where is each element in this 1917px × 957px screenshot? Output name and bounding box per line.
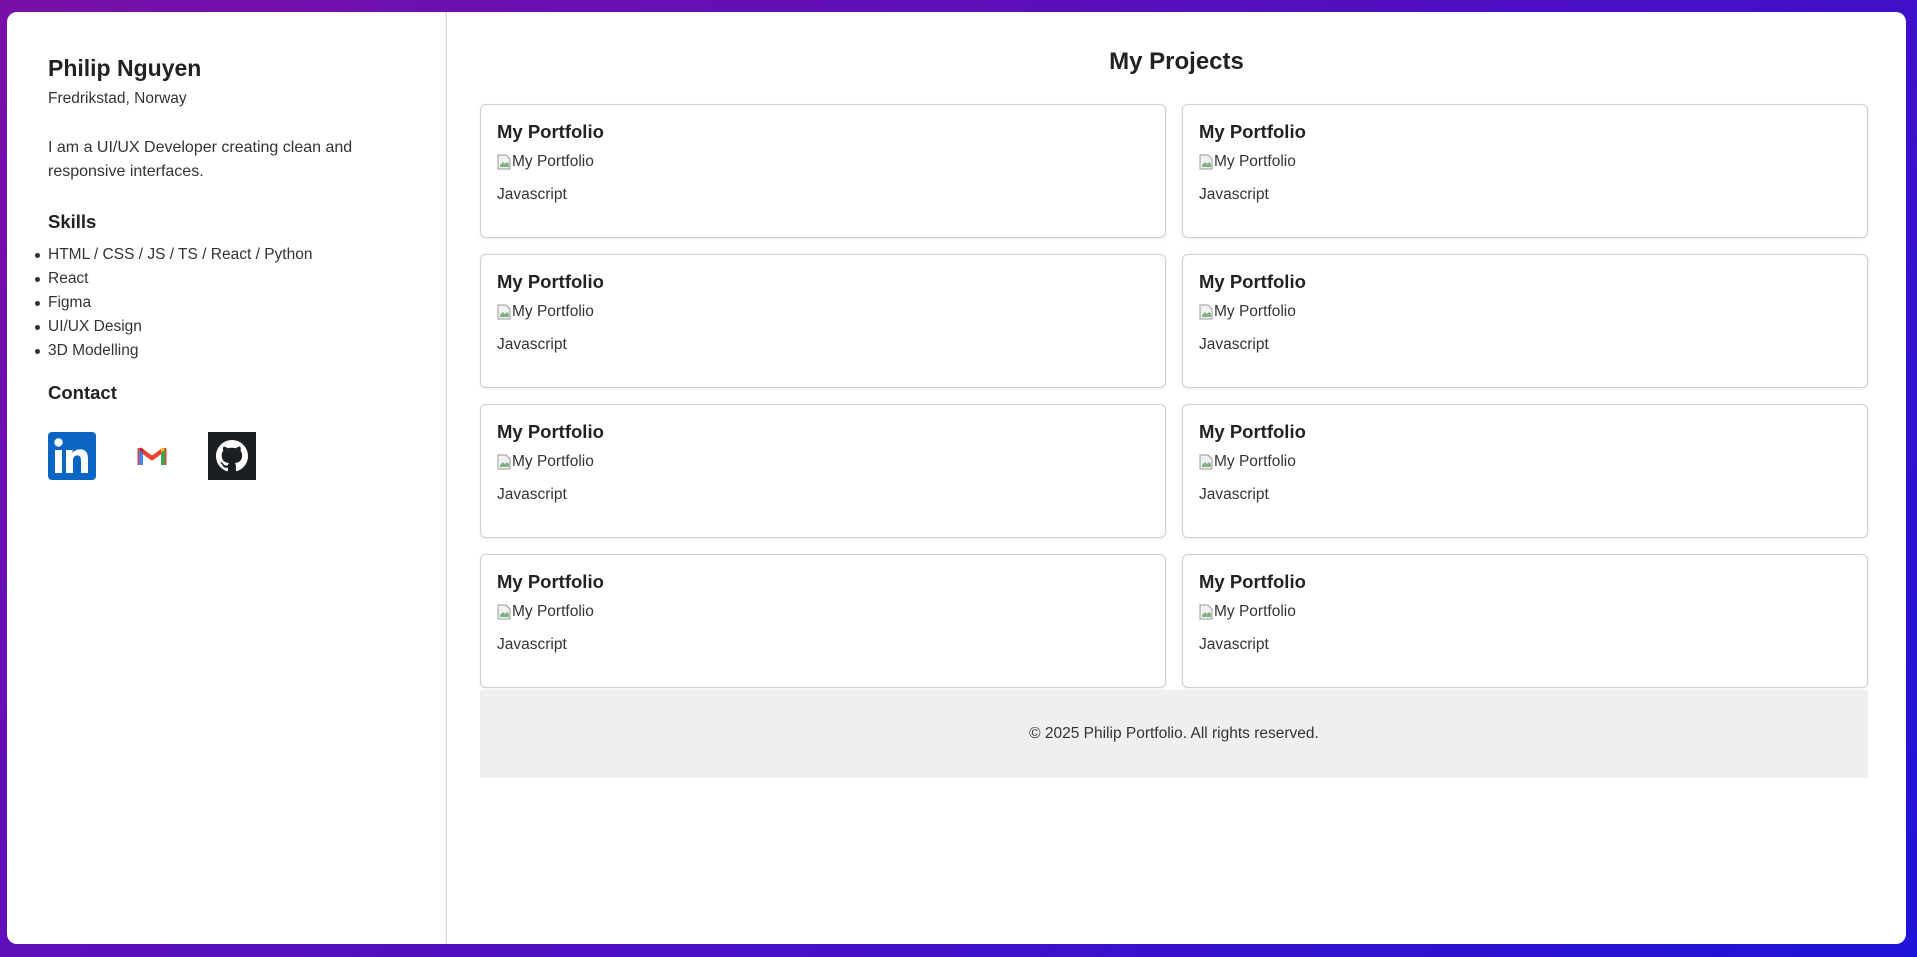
project-title: My Portfolio (497, 121, 604, 142)
broken-image-icon (497, 454, 511, 470)
profile-location: Fredrikstad, Norway (48, 90, 187, 107)
skill-item: UI/UX Design (34, 315, 312, 339)
skill-item: HTML / CSS / JS / TS / React / Python (34, 243, 312, 267)
project-tag: Javascript (497, 186, 567, 203)
project-image-alt: My Portfolio (1214, 303, 1296, 320)
project-card[interactable]: My Portfolio My Portfolio Javascript (1182, 554, 1868, 688)
project-tag: Javascript (1199, 336, 1269, 353)
project-image: My Portfolio (1199, 153, 1851, 171)
app-window: Philip Nguyen Fredrikstad, Norway I am a… (7, 12, 1906, 944)
project-tag: Javascript (497, 486, 567, 503)
project-image: My Portfolio (497, 603, 1149, 621)
project-card[interactable]: My Portfolio My Portfolio Javascript (1182, 404, 1868, 538)
project-title: My Portfolio (1199, 571, 1306, 592)
broken-image-icon (1199, 454, 1213, 470)
broken-image-icon (497, 604, 511, 620)
page-footer: © 2025 Philip Portfolio. All rights rese… (480, 690, 1868, 778)
project-image-alt: My Portfolio (512, 153, 594, 170)
contact-heading: Contact (48, 382, 117, 403)
project-tag: Javascript (497, 636, 567, 653)
github-icon[interactable] (208, 432, 256, 480)
projects-main: My Projects My Portfolio My Portfolio Ja… (447, 12, 1906, 944)
project-card[interactable]: My Portfolio My Portfolio Javascript (1182, 104, 1868, 238)
project-card[interactable]: My Portfolio My Portfolio Javascript (480, 554, 1166, 688)
broken-image-icon (1199, 604, 1213, 620)
linkedin-icon[interactable] (48, 432, 96, 480)
broken-image-icon (497, 304, 511, 320)
project-image-alt: My Portfolio (512, 303, 594, 320)
project-tag: Javascript (1199, 186, 1269, 203)
project-card[interactable]: My Portfolio My Portfolio Javascript (480, 404, 1166, 538)
project-image-alt: My Portfolio (512, 453, 594, 470)
footer-copyright: © 2025 Philip Portfolio. All rights rese… (1029, 725, 1319, 742)
skills-list: HTML / CSS / JS / TS / React / Python Re… (34, 243, 312, 363)
project-image: My Portfolio (497, 153, 1149, 171)
skills-heading: Skills (48, 211, 97, 232)
project-title: My Portfolio (1199, 421, 1306, 442)
project-card[interactable]: My Portfolio My Portfolio Javascript (1182, 254, 1868, 388)
projects-grid: My Portfolio My Portfolio Javascript My … (480, 104, 1868, 688)
project-image: My Portfolio (1199, 303, 1851, 321)
project-title: My Portfolio (497, 421, 604, 442)
project-image-alt: My Portfolio (1214, 153, 1296, 170)
project-image: My Portfolio (1199, 453, 1851, 471)
profile-name: Philip Nguyen (48, 55, 202, 81)
projects-title: My Projects (1109, 48, 1244, 75)
project-image: My Portfolio (497, 303, 1149, 321)
profile-sidebar: Philip Nguyen Fredrikstad, Norway I am a… (7, 12, 447, 944)
broken-image-icon (1199, 304, 1213, 320)
project-card[interactable]: My Portfolio My Portfolio Javascript (480, 254, 1166, 388)
project-image: My Portfolio (497, 453, 1149, 471)
project-card[interactable]: My Portfolio My Portfolio Javascript (480, 104, 1166, 238)
skill-item: Figma (34, 291, 312, 315)
project-image-alt: My Portfolio (1214, 453, 1296, 470)
gmail-icon[interactable] (128, 432, 176, 480)
broken-image-icon (1199, 154, 1213, 170)
project-tag: Javascript (497, 336, 567, 353)
skill-item: 3D Modelling (34, 339, 312, 363)
contact-links (48, 432, 256, 480)
project-tag: Javascript (1199, 636, 1269, 653)
skill-item: React (34, 267, 312, 291)
broken-image-icon (497, 154, 511, 170)
project-title: My Portfolio (497, 571, 604, 592)
project-image-alt: My Portfolio (1214, 603, 1296, 620)
project-title: My Portfolio (1199, 271, 1306, 292)
profile-bio: I am a UI/UX Developer creating clean an… (48, 139, 353, 180)
project-image-alt: My Portfolio (512, 603, 594, 620)
project-title: My Portfolio (1199, 121, 1306, 142)
project-tag: Javascript (1199, 486, 1269, 503)
project-image: My Portfolio (1199, 603, 1851, 621)
project-title: My Portfolio (497, 271, 604, 292)
